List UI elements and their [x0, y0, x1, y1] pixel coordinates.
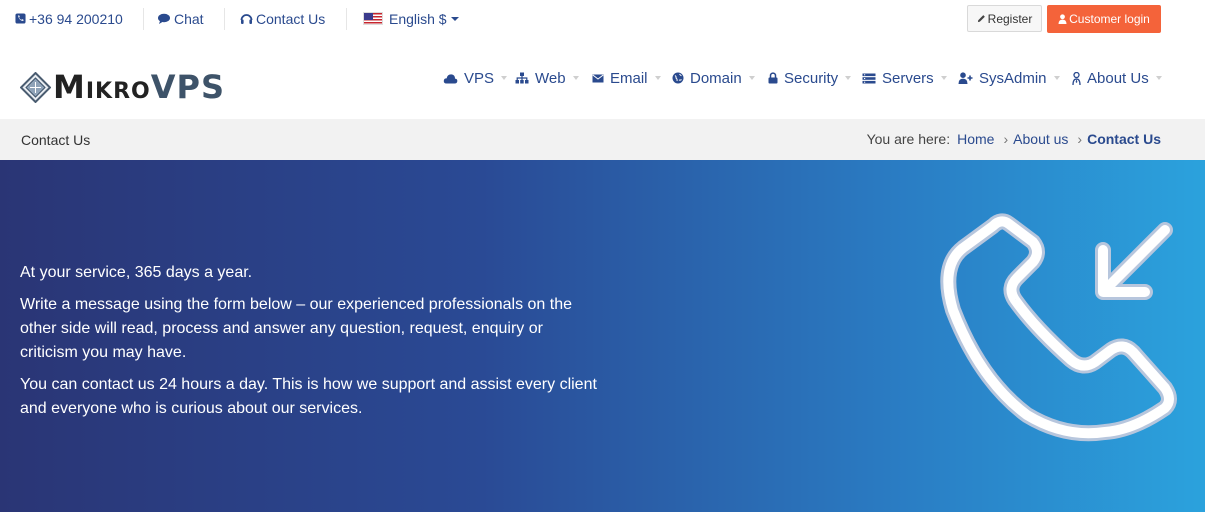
chevron-right-icon: › [1003, 131, 1009, 147]
pencil-icon [977, 15, 985, 23]
chat-link[interactable]: Chat [157, 0, 204, 37]
user-plus-icon [958, 72, 973, 84]
chevron-right-icon: › [1077, 131, 1083, 147]
envelope-icon [592, 74, 604, 82]
nav-item-about[interactable]: About Us [1072, 68, 1162, 88]
language-selector[interactable]: English $ [363, 0, 459, 37]
page-title: Contact Us [21, 132, 91, 148]
caret-down-icon [845, 76, 852, 80]
headset-icon [240, 13, 253, 24]
hero-text: At your service, 365 days a year. Write … [20, 261, 600, 429]
logo-text-vps: VPS [150, 68, 225, 106]
caret-down-icon [654, 76, 661, 80]
us-flag-icon [363, 12, 383, 25]
caret-down-icon [748, 76, 755, 80]
server-icon [862, 73, 876, 83]
hero-paragraph-2: Write a message using the form below – o… [20, 296, 573, 361]
sitemap-icon [515, 72, 529, 84]
hero-paragraph-3: You can contact us 24 hours a day. This … [20, 376, 597, 417]
language-label: English $ [389, 10, 447, 27]
hero-banner: At your service, 365 days a year. Write … [0, 160, 1205, 512]
phone-number: +36 94 200210 [29, 10, 123, 27]
mikrovps-logo[interactable]: MikroVPS [20, 70, 225, 104]
nav-item-email[interactable]: Email [592, 68, 661, 88]
cloud-icon [443, 73, 458, 83]
breadcrumb-home[interactable]: Home [957, 131, 994, 147]
phone-icon [15, 13, 26, 24]
logo-text-mikro: Mikro [53, 68, 151, 106]
incoming-call-icon [940, 213, 1177, 442]
contact-label: Contact Us [256, 10, 326, 27]
contact-link[interactable]: Contact Us [240, 0, 325, 37]
divider [346, 8, 347, 30]
register-button[interactable]: Register [967, 5, 1042, 32]
nav-item-servers[interactable]: Servers [862, 68, 947, 88]
nav-item-web[interactable]: Web [515, 68, 579, 88]
breadcrumb-current: Contact Us [1087, 131, 1161, 147]
login-label: Customer login [1069, 12, 1150, 26]
breadcrumb: You are here: Home › About us › Contact … [867, 131, 1161, 147]
user-icon [1058, 14, 1067, 24]
nav-item-security[interactable]: Security [768, 68, 852, 88]
nav-label: Domain [690, 69, 742, 87]
register-label: Register [987, 11, 1033, 26]
caret-down-icon [450, 16, 459, 21]
divider [143, 8, 144, 30]
chat-label: Chat [174, 10, 204, 27]
breadcrumb-prefix: You are here: [866, 131, 951, 147]
nav-label: Servers [882, 69, 934, 87]
nav-item-sysadmin[interactable]: SysAdmin [958, 68, 1060, 88]
phone-link[interactable]: +36 94 200210 [15, 0, 123, 37]
nav-label: Email [610, 69, 648, 87]
nav-item-vps[interactable]: VPS [443, 68, 508, 88]
logo-diamond-icon [20, 71, 51, 103]
caret-down-icon [572, 76, 579, 80]
caret-down-icon [1155, 76, 1162, 80]
caret-down-icon [501, 76, 508, 80]
breadcrumb-about-us[interactable]: About us [1013, 131, 1068, 147]
customer-login-button[interactable]: Customer login [1047, 5, 1161, 33]
chat-bubble-icon [158, 13, 170, 24]
main-header: MikroVPS VPS Web Email Domain Security S… [0, 38, 1205, 119]
divider [224, 8, 225, 30]
nav-label: Security [784, 69, 839, 87]
caret-down-icon [940, 76, 947, 80]
nav-item-domain[interactable]: Domain [672, 68, 755, 88]
globe-icon [672, 72, 684, 84]
breadcrumb-bar: Contact Us You are here: Home › About us… [0, 119, 1205, 160]
caret-down-icon [1053, 76, 1060, 80]
nav-label: About Us [1087, 69, 1149, 87]
nav-label: VPS [464, 69, 495, 87]
hero-paragraph-1: At your service, 365 days a year. [20, 264, 253, 281]
user-tie-icon [1072, 71, 1081, 85]
lock-icon [768, 72, 778, 84]
nav-label: Web [535, 69, 566, 87]
top-utility-bar: +36 94 200210 Chat Contact Us English $ … [0, 0, 1205, 39]
nav-label: SysAdmin [979, 69, 1047, 87]
